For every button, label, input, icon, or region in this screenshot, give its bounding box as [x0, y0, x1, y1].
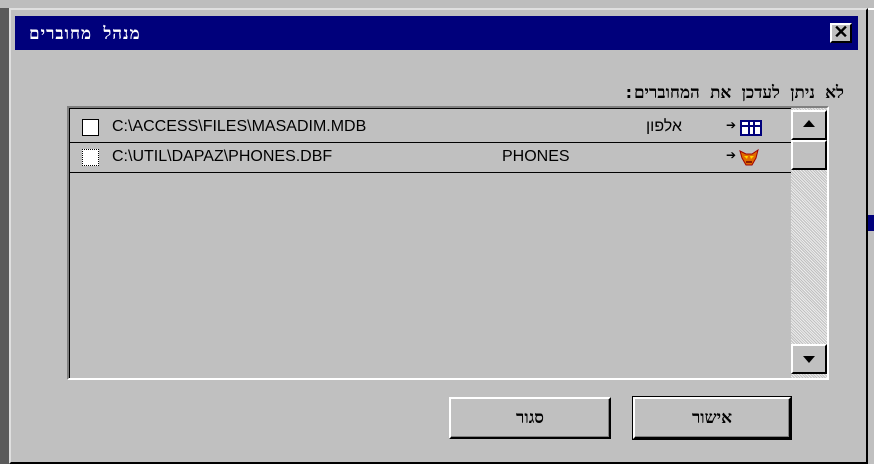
- row-checkbox[interactable]: [82, 149, 99, 166]
- ok-button[interactable]: אישור: [632, 396, 792, 440]
- window-title: מנהל מחוברים: [29, 24, 141, 44]
- desktop-edge-left: [0, 0, 9, 464]
- list-label: לא ניתן לעדכן את המחוברים:: [623, 83, 844, 103]
- vertical-scrollbar[interactable]: [791, 108, 827, 378]
- desktop-edge-top: [0, 0, 874, 8]
- list-item[interactable]: C:\UTIL\DAPAZ\PHONES.DBF PHONES ➔: [70, 143, 791, 173]
- linked-table-manager-dialog: מנהל מחוברים ✕ לא ניתן לעדכן את המחוברים…: [9, 8, 868, 464]
- desktop-edge-right-blue: [868, 215, 874, 231]
- row-name: PHONES: [502, 148, 570, 165]
- row-path: C:\UTIL\DAPAZ\PHONES.DBF: [112, 148, 333, 165]
- desktop-edge-right: [868, 8, 874, 464]
- close-button[interactable]: ✕: [830, 23, 852, 43]
- scroll-thumb[interactable]: [791, 140, 827, 170]
- row-name: אלפון: [646, 118, 682, 135]
- foxpro-table-icon: [739, 148, 759, 166]
- arrow-up-icon: [803, 120, 815, 127]
- title-bar: מנהל מחוברים ✕: [15, 16, 858, 50]
- close-dialog-button[interactable]: סגור: [449, 397, 611, 439]
- linked-tables-list[interactable]: C:\ACCESS\FILES\MASADIM.MDB אלפון ➔ C:\U…: [67, 106, 829, 380]
- list-item[interactable]: C:\ACCESS\FILES\MASADIM.MDB אלפון ➔: [70, 113, 791, 143]
- list-area: C:\ACCESS\FILES\MASADIM.MDB אלפון ➔ C:\U…: [69, 108, 791, 378]
- link-arrow-icon: ➔: [726, 148, 737, 162]
- row-checkbox[interactable]: [82, 119, 99, 136]
- desktop-edge-right-highlight: [868, 8, 874, 10]
- scroll-down-button[interactable]: [791, 344, 827, 374]
- arrow-down-icon: [803, 356, 815, 363]
- scroll-up-button[interactable]: [791, 110, 827, 140]
- row-path: C:\ACCESS\FILES\MASADIM.MDB: [112, 118, 367, 135]
- link-arrow-icon: ➔: [726, 118, 737, 132]
- access-table-icon: [740, 120, 762, 136]
